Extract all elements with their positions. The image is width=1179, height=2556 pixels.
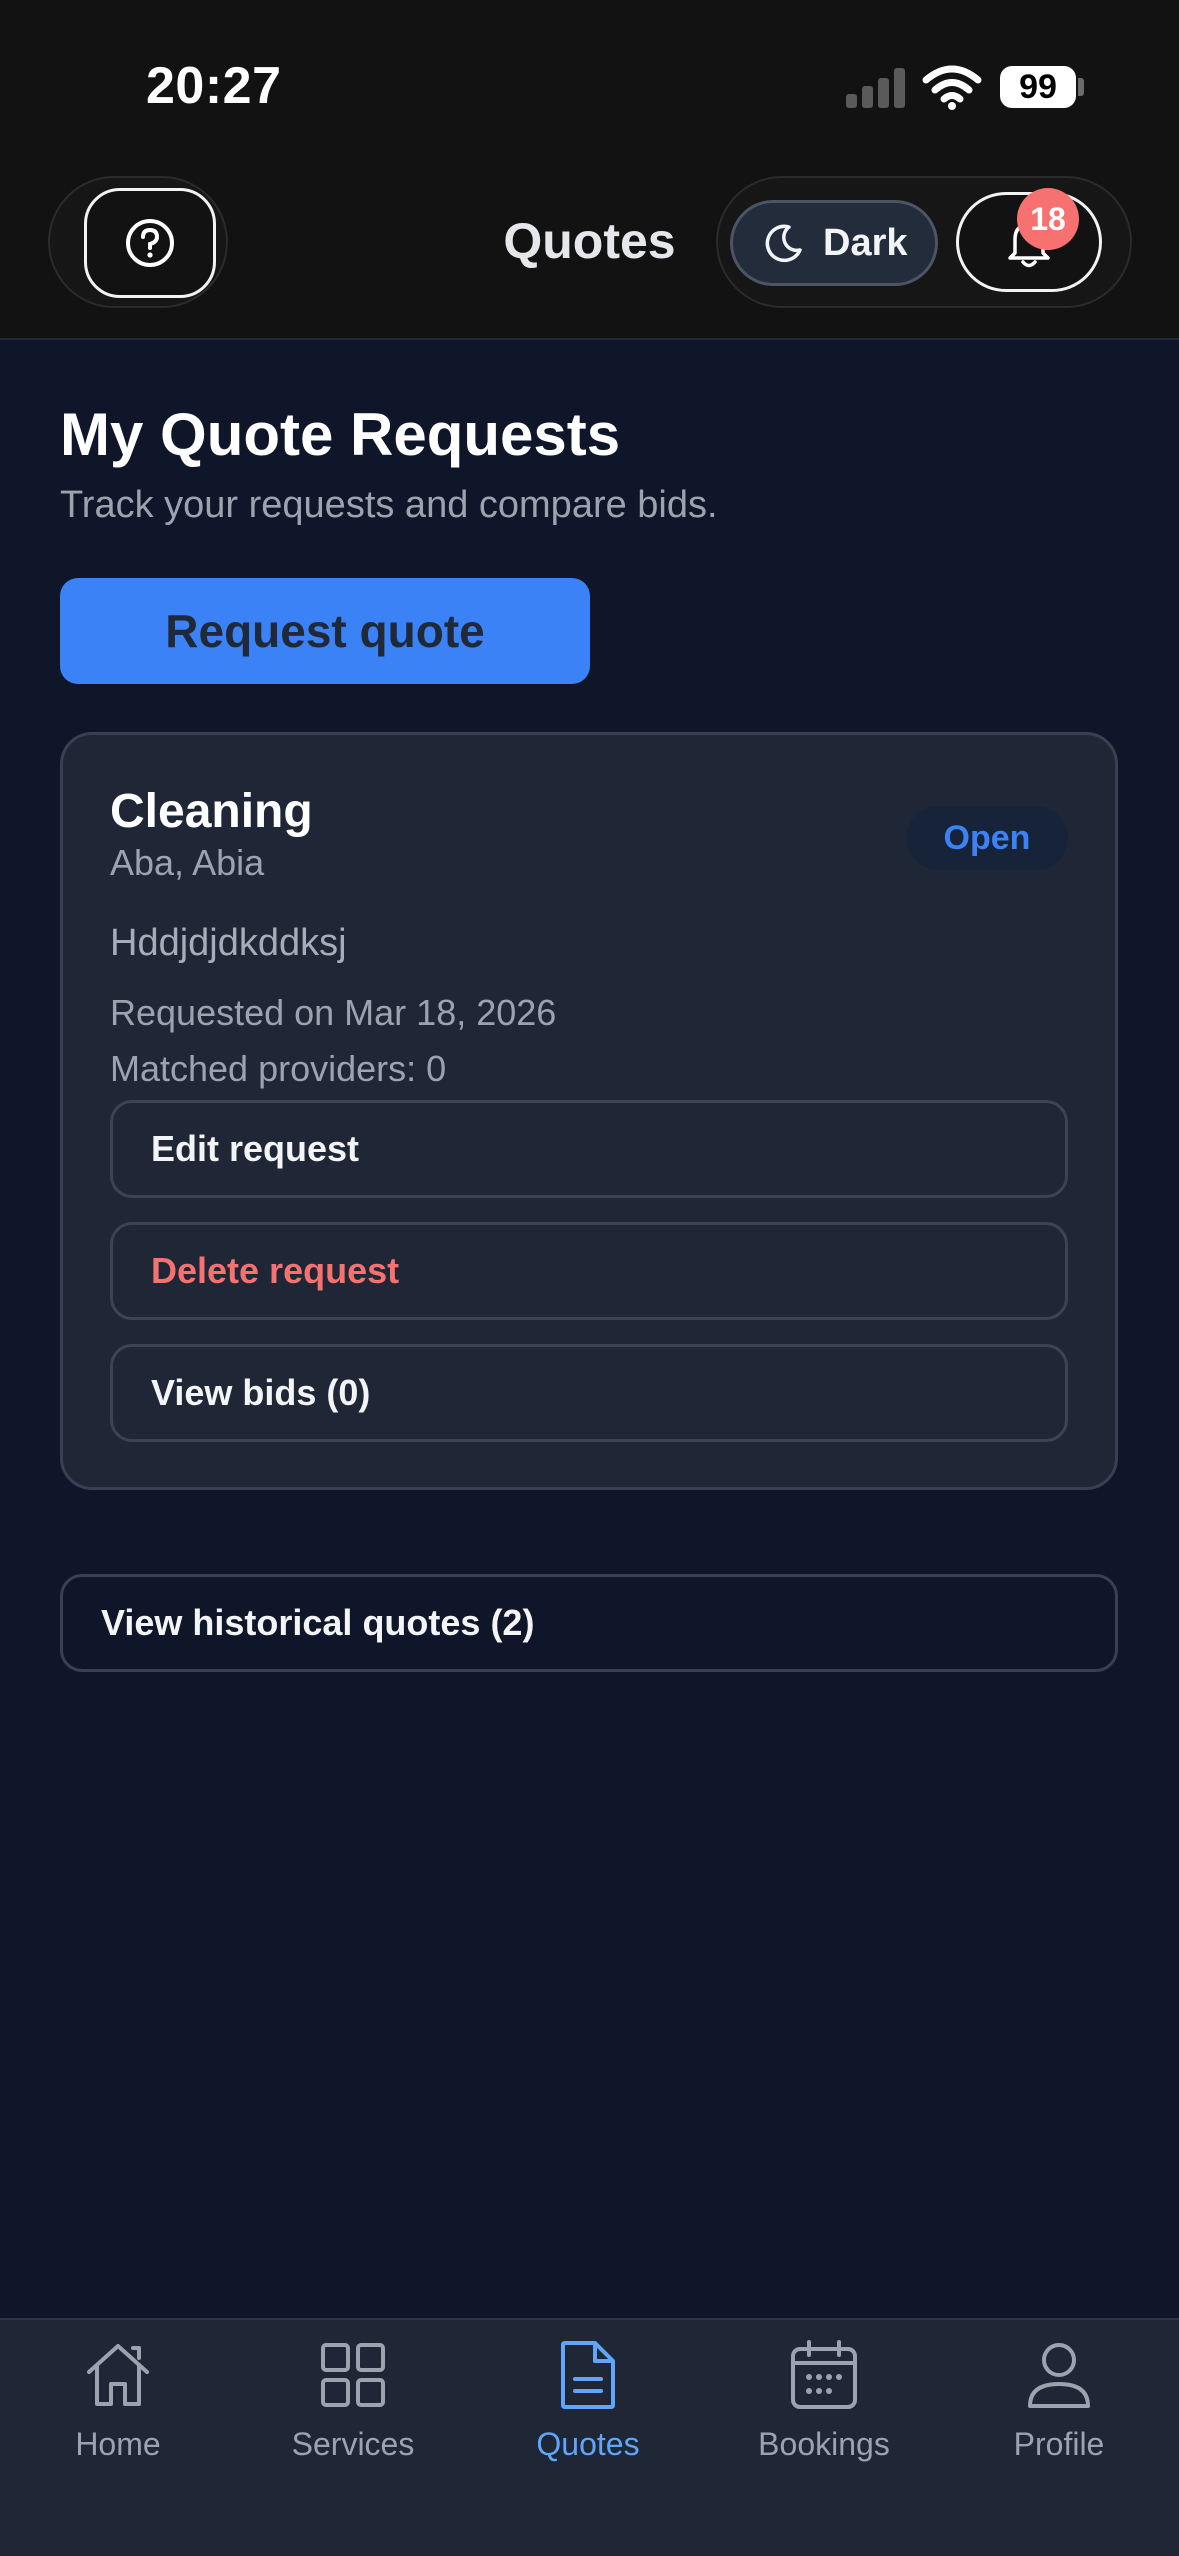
wifi-icon bbox=[922, 65, 982, 110]
request-description: Hddjdjdkddksj bbox=[110, 922, 347, 964]
nav-label-home: Home bbox=[75, 2426, 161, 2462]
nav-label-services: Services bbox=[291, 2426, 415, 2462]
battery-indicator: 99 bbox=[1000, 66, 1076, 108]
theme-toggle-label: Dark bbox=[823, 221, 908, 264]
notification-badge: 18 bbox=[1017, 188, 1079, 250]
nav-label-bookings: Bookings bbox=[758, 2426, 890, 2462]
section-subtitle: Track your requests and compare bids. bbox=[60, 484, 718, 526]
calendar-icon bbox=[791, 2340, 857, 2409]
status-badge: Open bbox=[906, 806, 1068, 870]
nav-item-home[interactable]: Home bbox=[0, 2336, 236, 2476]
nav-item-quotes[interactable]: Quotes bbox=[470, 2336, 706, 2476]
moon-icon bbox=[765, 224, 802, 263]
battery-tip bbox=[1078, 78, 1084, 96]
view-historical-quotes-button[interactable]: View historical quotes (2) bbox=[60, 1574, 1118, 1672]
nav-item-profile[interactable]: Profile bbox=[941, 2336, 1177, 2476]
user-icon bbox=[1028, 2343, 1090, 2408]
document-icon bbox=[561, 2341, 615, 2409]
nav-label-quotes: Quotes bbox=[536, 2426, 640, 2462]
grid-icon bbox=[321, 2343, 385, 2407]
nav-label-profile: Profile bbox=[1013, 2426, 1105, 2462]
edit-request-button[interactable]: Edit request bbox=[110, 1100, 1068, 1198]
status-time: 20:27 bbox=[146, 57, 282, 115]
request-quote-button[interactable]: Request quote bbox=[60, 578, 590, 684]
page-title: Quotes bbox=[503, 213, 676, 269]
request-date: Requested on Mar 18, 2026 bbox=[110, 992, 557, 1033]
request-location: Aba, Abia bbox=[110, 842, 265, 883]
cellular-signal-icon bbox=[846, 68, 906, 108]
section-heading: My Quote Requests bbox=[60, 401, 621, 468]
nav-item-services[interactable]: Services bbox=[235, 2336, 471, 2476]
theme-toggle-button[interactable]: Dark bbox=[730, 200, 938, 286]
home-icon bbox=[87, 2344, 149, 2406]
view-bids-button[interactable]: View bids (0) bbox=[110, 1344, 1068, 1442]
nav-item-bookings[interactable]: Bookings bbox=[706, 2336, 942, 2476]
request-title: Cleaning bbox=[110, 785, 313, 838]
delete-request-button[interactable]: Delete request bbox=[110, 1222, 1068, 1320]
quotes-screen: 20:27 99 Quotes Dark 18 My Quote Request… bbox=[0, 0, 1179, 2556]
matched-providers: Matched providers: 0 bbox=[110, 1048, 447, 1089]
